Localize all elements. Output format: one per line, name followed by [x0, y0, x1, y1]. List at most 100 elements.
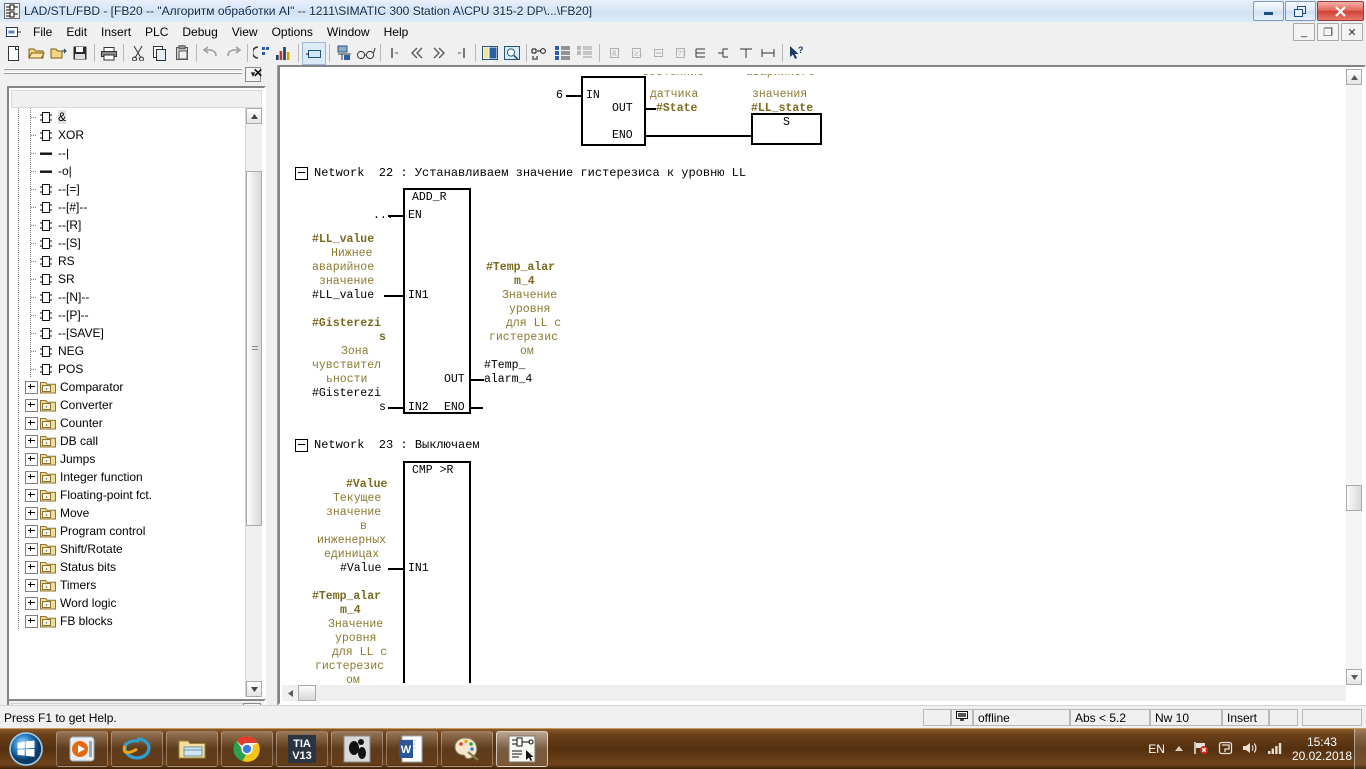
print-icon[interactable] — [98, 43, 120, 64]
open-icon[interactable] — [25, 43, 47, 64]
close-button[interactable] — [1317, 1, 1364, 21]
media-player-icon[interactable] — [56, 731, 108, 767]
tree-expand-icon[interactable] — [25, 434, 38, 448]
goto-start-icon[interactable] — [384, 43, 406, 64]
tree-item-floating-point-fct[interactable]: ▪ Floating-point fct. — [11, 486, 242, 504]
simatic-lad-icon[interactable] — [496, 731, 548, 767]
tree-item-o[interactable]: -o| — [11, 162, 242, 180]
branch-open-icon[interactable] — [713, 43, 735, 64]
tray-language[interactable]: EN — [1148, 742, 1165, 756]
tree-item-move[interactable]: ▪ Move — [11, 504, 242, 522]
assign-icon[interactable] — [647, 43, 669, 64]
ladder-canvas[interactable]: IN 6 OUT ENO Состояние датчика #State ав… — [284, 71, 1344, 683]
tree-expand-icon[interactable] — [25, 416, 38, 430]
paint-icon[interactable] — [441, 731, 493, 767]
menu-plc[interactable]: PLC — [138, 23, 175, 41]
new-network-icon[interactable] — [691, 43, 713, 64]
net23-header[interactable]: Network 23 : Выключаем — [295, 438, 480, 452]
panel-grip[interactable] — [4, 68, 242, 70]
menu-view[interactable]: View — [225, 23, 265, 41]
tree-item-comparator[interactable]: ▪ Comparator — [11, 378, 242, 396]
symbol-info-icon[interactable] — [530, 43, 552, 64]
tray-clock[interactable]: 15:43 20.02.2018 — [1292, 735, 1352, 763]
paste-icon[interactable] — [171, 43, 193, 64]
tree-item-s[interactable]: --[S] — [11, 234, 242, 252]
tree-scrollbar[interactable] — [245, 108, 262, 697]
tree-scroll-down-arrow[interactable] — [246, 681, 262, 697]
editor-hscroll-thumb[interactable] — [298, 685, 316, 701]
copy-icon[interactable] — [149, 43, 171, 64]
next-error-icon[interactable] — [428, 43, 450, 64]
tree-expand-icon[interactable] — [25, 524, 38, 538]
tree-item-pos[interactable]: POS — [11, 360, 242, 378]
prev-error-icon[interactable] — [406, 43, 428, 64]
tree-expand-icon[interactable] — [25, 614, 38, 628]
network-error-icon[interactable] — [1193, 741, 1209, 758]
child-close-button[interactable]: ✕ — [1341, 23, 1363, 41]
new-icon[interactable] — [3, 43, 25, 64]
child-minimize-button[interactable]: _ — [1293, 23, 1315, 41]
menu-debug[interactable]: Debug — [175, 23, 224, 41]
menu-help[interactable]: Help — [377, 23, 416, 41]
net22-in1-operand[interactable]: #LL_value — [312, 289, 374, 302]
internet-explorer-icon[interactable] — [111, 731, 163, 767]
tree-expand-icon[interactable] — [25, 488, 38, 502]
panel-close-button[interactable]: ✕ — [250, 65, 266, 81]
glasses-icon[interactable] — [355, 43, 377, 64]
menu-file[interactable]: File — [26, 23, 59, 41]
tree-expand-icon[interactable] — [25, 380, 38, 394]
editor-scroll-down-arrow[interactable] — [1346, 669, 1362, 685]
tree-item-timers[interactable]: ▪ Timers — [11, 576, 242, 594]
tree-item-program-control[interactable]: ▪ Program control — [11, 522, 242, 540]
menu-options[interactable]: Options — [265, 23, 320, 41]
parallel-branch-icon[interactable] — [757, 43, 779, 64]
tree-expand-icon[interactable] — [25, 560, 38, 574]
tree-item-sr[interactable]: SR — [11, 270, 242, 288]
tree-scroll-thumb[interactable] — [246, 171, 262, 526]
explorer-folder-icon[interactable] — [166, 731, 218, 767]
preview-icon[interactable] — [501, 43, 523, 64]
open-online-icon[interactable] — [47, 43, 69, 64]
net22-in2-operand[interactable]: #Gisterezi — [312, 387, 381, 400]
net21-in-value[interactable]: 6 — [556, 89, 563, 102]
tree-item-fb-blocks[interactable]: ▪ FB blocks — [11, 612, 242, 630]
empty-box-icon[interactable]: ?? — [669, 43, 691, 64]
tree-item-converter[interactable]: ▪ Converter — [11, 396, 242, 414]
monitor-icon[interactable] — [273, 43, 295, 64]
tree-item-[interactable]: & — [11, 108, 242, 126]
or-box-icon[interactable]: ≥1 — [625, 43, 647, 64]
tree-expand-icon[interactable] — [25, 596, 38, 610]
cut-icon[interactable] — [127, 43, 149, 64]
tree-expand-icon[interactable] — [25, 578, 38, 592]
redo-icon[interactable] — [222, 43, 244, 64]
chevron-up-icon[interactable] — [1174, 742, 1184, 756]
google-chrome-icon[interactable] — [221, 731, 273, 767]
net22-out-operand[interactable]: #Temp_ — [484, 359, 525, 372]
editor-scroll-up-arrow[interactable] — [1346, 69, 1362, 85]
net22-collapse-icon[interactable] — [295, 166, 308, 180]
tree-item-jumps[interactable]: ▪ Jumps — [11, 450, 242, 468]
tree-item-shift-rotate[interactable]: ▪ Shift/Rotate — [11, 540, 242, 558]
tree-item-db-call[interactable]: ▪ DB call — [11, 432, 242, 450]
panel-grip[interactable] — [4, 72, 242, 74]
tree-expand-icon[interactable] — [25, 506, 38, 520]
menu-window[interactable]: Window — [320, 23, 377, 41]
net21-out-symbol[interactable]: #State — [656, 102, 697, 115]
net23-in2-symbol[interactable]: #Temp_alar — [312, 590, 381, 603]
tree-item-rs[interactable]: RS — [11, 252, 242, 270]
help-cursor-icon[interactable]: ? — [786, 43, 808, 64]
net22-in1-symbol[interactable]: #LL_value — [312, 233, 374, 246]
system-menu-icon[interactable] — [4, 24, 22, 39]
menu-insert[interactable]: Insert — [94, 23, 138, 41]
tree-item-r[interactable]: --[R] — [11, 216, 242, 234]
tia-portal-v13-icon[interactable]: TIA V13 — [276, 731, 328, 767]
undo-icon[interactable] — [200, 43, 222, 64]
elements-tree[interactable]: & XOR --| -o| --[=] --[#]-- --[R] --[S] RS — [11, 108, 242, 697]
tree-expand-icon[interactable] — [25, 542, 38, 556]
menu-edit[interactable]: Edit — [59, 23, 94, 41]
tree-expand-icon[interactable] — [25, 470, 38, 484]
tree-item-[interactable]: --[#]-- — [11, 198, 242, 216]
branch-close-icon[interactable] — [735, 43, 757, 64]
speaker-icon[interactable] — [1242, 741, 1258, 758]
child-restore-button[interactable]: ❐ — [1317, 23, 1339, 41]
